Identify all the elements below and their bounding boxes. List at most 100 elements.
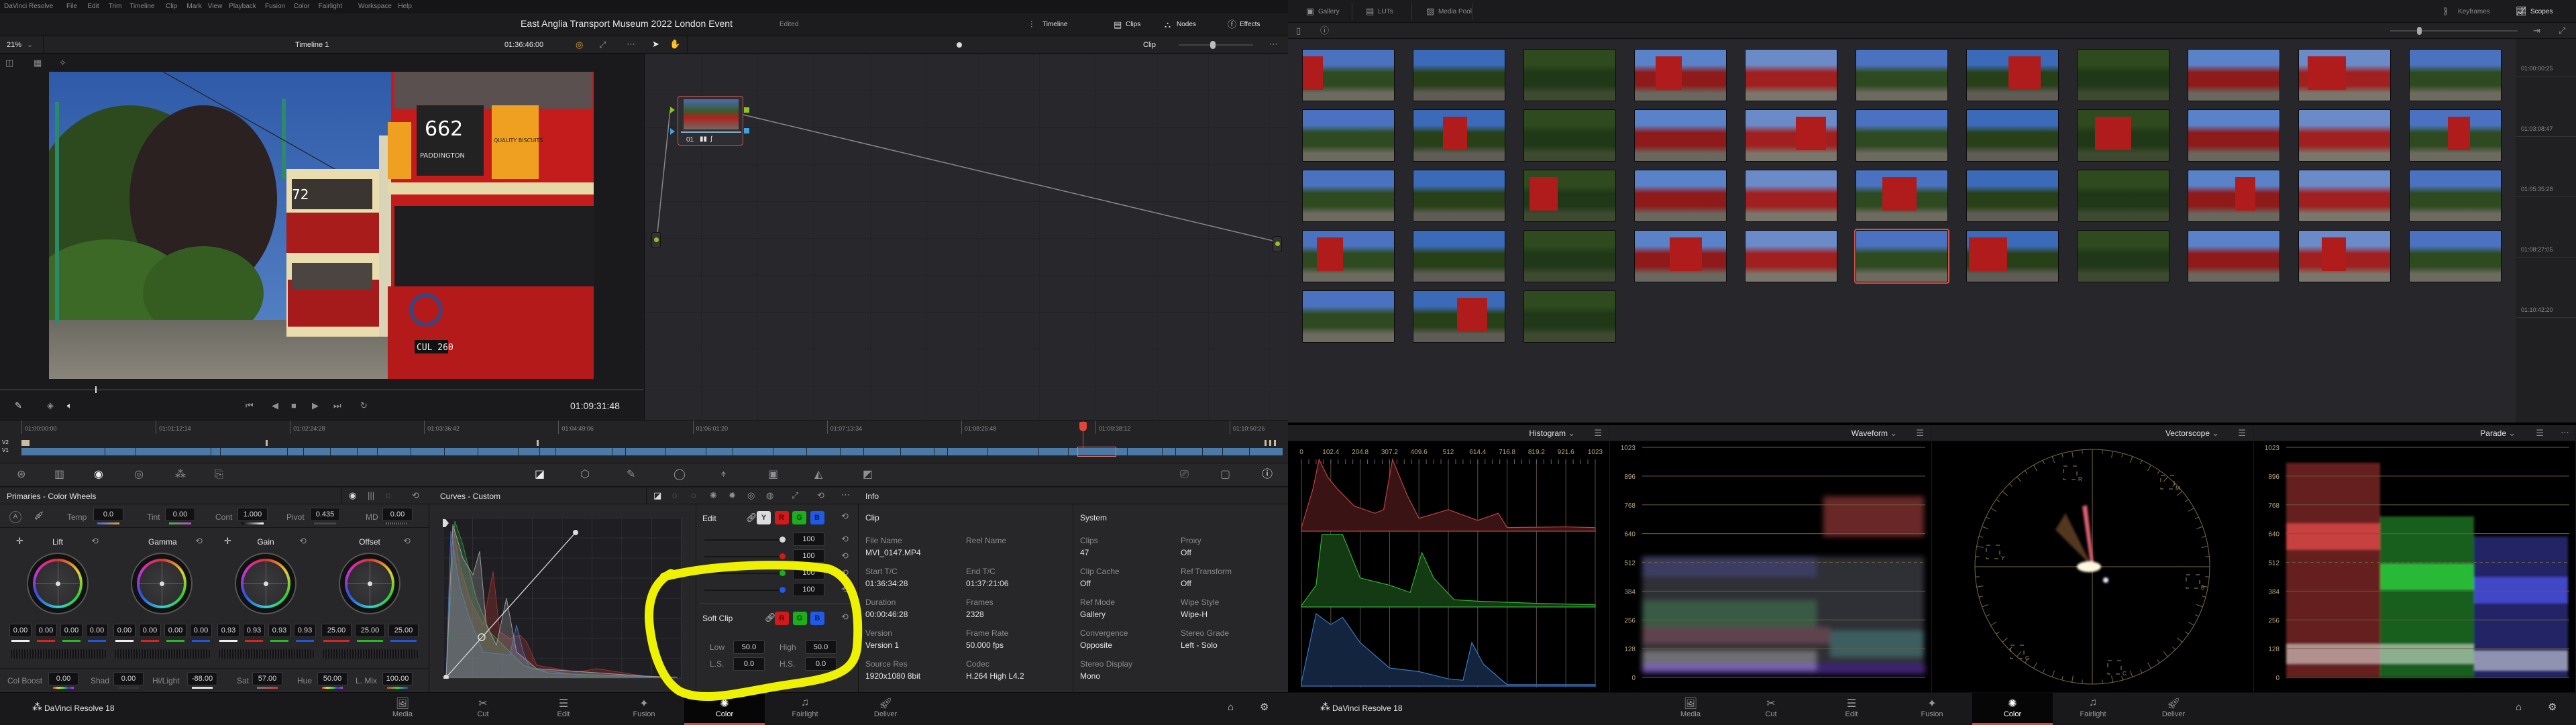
menu-view[interactable]: View: [208, 2, 223, 11]
output-node[interactable]: [1273, 236, 1282, 252]
scopes-page-edit[interactable]: ☰ Edit: [1811, 693, 1892, 725]
color-wheel-icon[interactable]: ◎: [576, 40, 583, 50]
reset-all-icon[interactable]: ⟲: [412, 491, 419, 500]
tab-nodes[interactable]: Nodes: [1177, 20, 1196, 30]
slider-knob[interactable]: [780, 587, 786, 593]
split-view-icon[interactable]: ◫: [5, 58, 13, 68]
reset-icon[interactable]: ⟲: [91, 537, 99, 546]
home-icon[interactable]: ⌂: [2516, 702, 2522, 712]
gallery-clip-thumbnail[interactable]: [1302, 290, 1395, 343]
soft-clip-hs-field[interactable]: 0.0: [805, 657, 837, 671]
wheel-puck[interactable]: [160, 581, 164, 586]
tab-luts[interactable]: LUTs: [1378, 7, 1393, 17]
expand-icon[interactable]: ⤢: [2559, 26, 2565, 36]
more-options-icon[interactable]: ⋯: [627, 40, 635, 49]
gallery-clip-thumbnail[interactable]: [1745, 230, 1837, 282]
gallery-clip-thumbnail[interactable]: [1634, 170, 1727, 222]
gallery-clip-thumbnail[interactable]: [1302, 230, 1395, 282]
wheel-value-field[interactable]: 0.00: [139, 624, 161, 637]
master-wheel-jog[interactable]: [113, 649, 211, 659]
go-to-end-icon[interactable]: ⏭︎: [333, 401, 341, 410]
scopes-page-color[interactable]: ✺ Color: [1972, 693, 2053, 725]
soft-clip-low-field[interactable]: 50.0: [733, 640, 765, 654]
reset-icon[interactable]: ⟲: [841, 512, 849, 521]
wheel-puck[interactable]: [264, 581, 268, 586]
timeline-icon[interactable]: ⫶: [1030, 20, 1032, 30]
menu-edit[interactable]: Edit: [87, 2, 99, 11]
adjustment-bar[interactable]: [322, 687, 343, 689]
wheel-value-field[interactable]: 0.00: [190, 624, 212, 637]
camera-raw-icon[interactable]: ⊛: [17, 469, 25, 480]
wheel-value-field[interactable]: 0.00: [60, 624, 83, 637]
key-output-icon[interactable]: [744, 128, 749, 133]
adjustment-bar[interactable]: [118, 687, 139, 689]
tab-clips[interactable]: Clips: [1126, 20, 1140, 30]
soft-clip-channel-r[interactable]: R: [775, 612, 789, 625]
wheel-value-field[interactable]: 0.00: [35, 624, 57, 637]
tracker-icon[interactable]: ⌖: [720, 469, 727, 480]
scopes-page-fusion[interactable]: ✦ Fusion: [1892, 693, 1972, 725]
reset-icon[interactable]: ⟲: [299, 537, 307, 546]
intensity-field[interactable]: 100: [793, 583, 824, 596]
wheel-value-field[interactable]: 0.00: [9, 624, 32, 637]
info-palette-icon[interactable]: ⓘ: [1262, 469, 1273, 480]
sat-vs-lum-icon[interactable]: ◍: [766, 491, 773, 500]
temp-field[interactable]: 0.0: [93, 508, 123, 521]
gallery-clip-thumbnail[interactable]: [2077, 49, 2169, 101]
gallery-clip-thumbnail[interactable]: [1302, 49, 1395, 101]
more-options-icon[interactable]: ⋯: [1269, 40, 1278, 49]
gallery-clip-thumbnail[interactable]: [1523, 290, 1616, 343]
gallery-clip-thumbnail[interactable]: [1856, 49, 1948, 101]
more-options-icon[interactable]: ⋯: [841, 490, 850, 500]
master-wheel-jog[interactable]: [9, 649, 107, 659]
go-to-start-icon[interactable]: ⏮︎: [246, 401, 254, 410]
gallery-clip-thumbnail[interactable]: [2298, 230, 2391, 282]
tab-timeline[interactable]: Timeline: [1042, 20, 1067, 30]
zoom-dropdown[interactable]: 21%: [7, 40, 21, 50]
hue-vs-sat-icon[interactable]: ◌: [691, 491, 696, 500]
menu-playback[interactable]: Playback: [229, 2, 256, 11]
shad-field[interactable]: 0.00: [113, 672, 144, 685]
page-fairlight[interactable]: ♫ Fairlight: [765, 693, 845, 725]
reset-icon[interactable]: ⟲: [817, 491, 824, 500]
3d-icon[interactable]: ▢: [1220, 469, 1230, 480]
tab-scopes[interactable]: Scopes: [2530, 7, 2553, 17]
blur-icon[interactable]: ◭: [814, 469, 822, 480]
gallery-clip-thumbnail[interactable]: [2298, 109, 2391, 162]
channel-button-g[interactable]: G: [792, 511, 806, 524]
channel-button-r[interactable]: R: [774, 511, 789, 524]
wheel-value-field[interactable]: 0.00: [164, 624, 186, 637]
reset-icon[interactable]: ⟲: [195, 537, 203, 546]
intensity-field[interactable]: 100: [793, 549, 824, 563]
gallery-clip-thumbnail[interactable]: [2298, 170, 2391, 222]
gallery-clip-thumbnail[interactable]: [1966, 170, 2059, 222]
adjustment-bar[interactable]: [192, 687, 213, 689]
gallery-clip-thumbnail[interactable]: [1413, 49, 1505, 101]
wheel-value-field[interactable]: 0.00: [86, 624, 108, 637]
tab-gallery[interactable]: Gallery: [1318, 7, 1340, 17]
mini-timeline[interactable]: 01:00:00:00 01:01:12:14 01:02:24:28 01:03:3…: [0, 420, 1288, 463]
cont-slider-bar[interactable]: [241, 522, 264, 524]
gallery-clip-thumbnail[interactable]: [1302, 170, 1395, 222]
intensity-slider-g[interactable]: [704, 573, 785, 574]
gallery-clip-thumbnail[interactable]: [2409, 109, 2502, 162]
window-icon[interactable]: ◯: [674, 469, 686, 480]
gallery-clip-thumbnail[interactable]: [2409, 49, 2502, 101]
intensity-field[interactable]: 100: [793, 566, 824, 579]
pointer-tool-icon[interactable]: ➤: [652, 40, 659, 49]
menu-file[interactable]: File: [66, 2, 77, 11]
rgb-mixer-icon[interactable]: ⁂: [175, 469, 186, 480]
nodes-icon[interactable]: ⛬: [1165, 20, 1171, 30]
color-bars-mode-icon[interactable]: |||: [368, 491, 374, 500]
master-wheel-jog[interactable]: [321, 649, 419, 659]
reset-icon[interactable]: ⟲: [841, 535, 849, 544]
source-node[interactable]: [651, 232, 661, 248]
gallery-clip-thumbnail[interactable]: [1523, 109, 1616, 162]
reset-icon[interactable]: ⟲: [841, 612, 849, 622]
viewer-scrubber[interactable]: [0, 386, 643, 393]
picker-icon[interactable]: ✛: [16, 537, 23, 546]
gallery-clip-thumbnail[interactable]: [1745, 49, 1837, 101]
gallery-clip-thumbnail[interactable]: [1966, 109, 2059, 162]
gallery-clip-thumbnail[interactable]: [1856, 109, 1948, 162]
magic-mask-icon[interactable]: ▣: [768, 469, 778, 480]
